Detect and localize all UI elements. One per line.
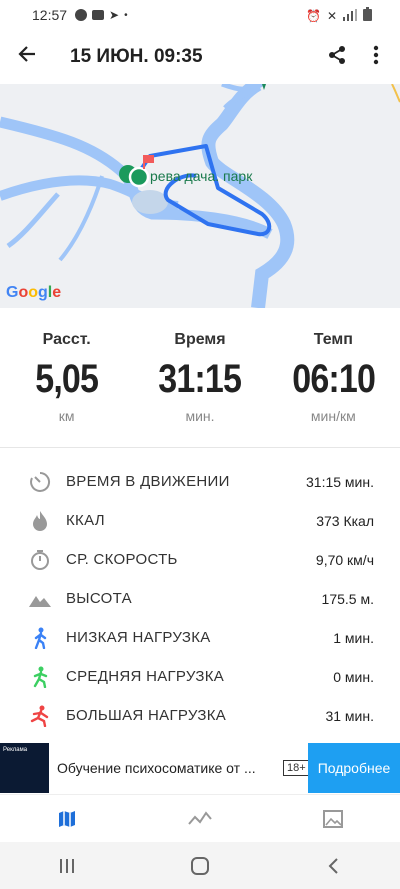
back-arrow-icon[interactable] [0,43,54,71]
page-title: 15 ИЮН. 09:35 [70,46,203,67]
notification-icon [75,9,88,21]
detail-row-altitude: ВЫСОТА 175.5 м. [0,579,400,618]
telegram-icon: ➤ [109,8,120,22]
tab-map[interactable] [0,795,133,843]
ad-thumbnail[interactable]: Реклама [0,743,49,793]
stat-label: Темп [313,331,353,348]
google-logo: Google [6,284,62,301]
alarm-icon: ⏰ [305,8,321,23]
walker-green-icon [28,665,52,689]
detail-row-avg-speed: СР. СКОРОСТЬ 9,70 км/ч [0,540,400,579]
image-icon [323,810,344,828]
battery-icon [363,7,372,24]
ad-cta-button[interactable]: Подробнее [308,743,400,793]
chart-line-icon [188,811,212,825]
detail-value: 9,70 км/ч [315,551,374,568]
detail-value: 1 мин. [333,629,374,646]
more-vert-icon[interactable] [366,44,386,71]
detail-value: 31:15 мин. [306,473,374,490]
runner-red-icon [28,704,52,728]
back-icon[interactable] [267,857,400,875]
divider [0,447,400,448]
ad-text[interactable]: Обучение психосоматике от ... [57,760,275,776]
detail-label: ВЫСОТА [66,590,132,607]
signal-icon [343,8,357,24]
stat-label: Расст. [42,331,91,348]
map-place-label: рева дача. парк [150,168,253,184]
detail-row-medium-load: СРЕДНЯЯ НАГРУЗКА 0 мин. [0,657,400,696]
stat-unit: км [58,408,75,424]
detail-row-moving-time: ВРЕМЯ В ДВИЖЕНИИ 31:15 мин. [0,462,400,501]
stopwatch-icon [28,548,52,572]
vk-icon [92,10,105,20]
detail-row-low-load: НИЗКАЯ НАГРУЗКА 1 мин. [0,618,400,657]
detail-label: СРЕДНЯЯ НАГРУЗКА [66,668,225,685]
stat-unit: мин. [185,408,215,424]
route-map[interactable]: рева дача. парк Google [0,84,400,308]
timer-icon [28,470,52,494]
map-canvas: рева дача. парк [0,84,400,308]
stat-value: 06:10 [291,357,376,401]
stat-time: Время 31:15 мин. [133,308,266,442]
stat-value: 31:15 [158,357,243,401]
detail-label: СР. СКОРОСТЬ [66,551,178,568]
status-time: 12:57 [32,7,68,23]
stat-label: Время [174,331,226,348]
stat-pace: Темп 06:10 мин/км [267,308,400,442]
recents-icon[interactable] [0,857,133,875]
detail-label: ККАЛ [66,512,105,529]
flame-icon [28,509,52,533]
detail-label: ВРЕМЯ В ДВИЖЕНИИ [66,473,230,490]
app-bar: 15 ИЮН. 09:35 [0,30,400,84]
stat-value: 5,05 [35,357,99,401]
detail-value: 373 Ккал [316,512,374,529]
system-nav-bar [0,842,400,889]
home-icon[interactable] [133,856,266,876]
ad-tag: Реклама [3,747,28,753]
detail-value: 31 мин. [325,707,374,724]
detail-row-kcal: ККАЛ 373 Ккал [0,501,400,540]
tab-chart[interactable] [133,795,266,843]
walker-blue-icon [28,626,52,650]
stat-unit: мин/км [310,408,356,424]
summary-stats: Расст. 5,05 км Время 31:15 мин. Темп 06:… [0,308,400,442]
age-rating-badge: 18+ [283,760,310,776]
detail-value: 0 мин. [333,668,374,685]
tab-photos[interactable] [267,795,400,843]
detail-value: 175.5 м. [321,590,374,607]
detail-label: НИЗКАЯ НАГРУЗКА [66,629,211,646]
status-bar: 12:57 ➤ • ⏰ ✕ [0,0,400,30]
ad-banner[interactable]: Реклама Обучение психосоматике от ... 18… [0,743,400,793]
bottom-tabs [0,794,400,843]
stat-distance: Расст. 5,05 км [0,308,133,442]
details-list: ВРЕМЯ В ДВИЖЕНИИ 31:15 мин. ККАЛ 373 Кка… [0,462,400,735]
mute-icon: ✕ [326,8,337,23]
dot-icon: • [124,9,128,21]
detail-row-high-load: БОЛЬШАЯ НАГРУЗКА 31 мин. [0,696,400,735]
share-icon[interactable] [326,44,348,71]
detail-label: БОЛЬШАЯ НАГРУЗКА [66,707,227,724]
mountain-icon [28,587,52,611]
map-icon [58,811,75,827]
